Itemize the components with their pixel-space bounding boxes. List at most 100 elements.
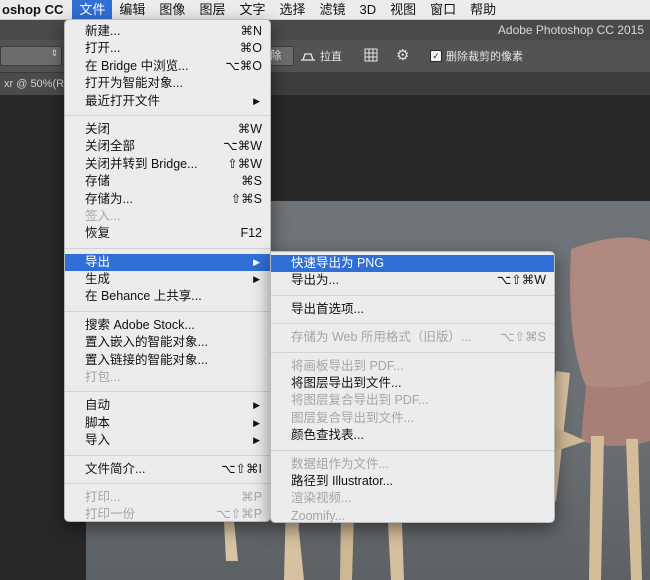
export-menu-item-illustrator[interactable]: 路径到 Illustrator... [271,473,554,490]
file-menu-item-item-4-0[interactable]: 自动 ▶ [65,397,270,414]
menu-item-label: 渲染视频... [291,491,352,506]
app-title: Adobe Photoshop CC 2015 [497,23,644,37]
menu-item-label: 导出为... [291,273,339,288]
menu-item-shortcut: ⇧⌘W [227,156,262,171]
submenu-arrow-icon: ▶ [253,256,260,267]
menu-item-shortcut: ⌘O [239,41,262,56]
menu-item-shortcut: ⌥⌘W [223,139,262,154]
menu-item-label: 打开... [85,41,121,56]
menu-separator [65,391,270,393]
file-menu-item-item-0-3[interactable]: 打开为智能对象... [65,75,270,92]
menu-3d[interactable]: 3D [353,0,384,19]
menu-item-shortcut: ⌥⇧⌘S [500,330,546,345]
menu-item-label: 颜色查找表... [291,428,364,443]
menu-item-label: Zoomify... [291,508,345,523]
menu-type[interactable]: 文字 [232,0,272,19]
file-menu-item-item-1-0[interactable]: 关闭 ⌘W [65,121,270,138]
menu-item-shortcut: ⌘S [241,174,262,189]
menu-item-label: 将图层复合导出到 PDF... [291,393,429,408]
straighten-button[interactable]: 拉直 [300,48,342,64]
menu-item-shortcut: ⌘P [241,489,262,504]
file-menu-item-item-4-2[interactable]: 导入 ▶ [65,432,270,449]
menu-item-label: 关闭 [85,121,111,136]
menu-window[interactable]: 窗口 [423,0,463,19]
file-menu-item-item-2-1[interactable]: 生成 ▶ [65,271,270,288]
file-menu-item-item-1-3[interactable]: 存储 ⌘S [65,173,270,190]
file-menu-item-item-1-6[interactable]: 恢复 F12 [65,225,270,242]
file-menu-item-item-1-1[interactable]: 关闭全部 ⌥⌘W [65,138,270,155]
menu-item-label: 导入 [85,433,111,448]
menu-item-label: 文件简介... [85,461,146,476]
menu-help[interactable]: 帮助 [463,0,503,19]
submenu-arrow-icon: ▶ [253,400,260,411]
menu-item-label: 脚本 [85,415,111,430]
file-menu-item-adobe-stock[interactable]: 搜索 Adobe Stock... [65,317,270,334]
file-menu-item-bridge[interactable]: 关闭并转到 Bridge... ⇧⌘W [65,156,270,173]
menu-item-shortcut: ⌘W [237,121,262,136]
menu-item-label: 在 Behance 上共享... [85,289,202,304]
menu-separator [65,482,270,484]
file-menu-item-item-2-0[interactable]: 导出 ▶ [65,253,270,272]
menu-item-label: 恢复 [85,226,111,241]
file-menu-item-item-0-0[interactable]: 新建... ⌘N [65,23,270,40]
menu-image[interactable]: 图像 [152,0,192,19]
menu-filter[interactable]: 滤镜 [312,0,352,19]
export-menu-item-item-3-3: 图层复合导出到文件... [271,410,554,427]
submenu-arrow-icon: ▶ [253,417,260,428]
file-menu-item-item-0-1[interactable]: 打开... ⌘O [65,40,270,57]
straighten-label: 拉直 [320,51,342,63]
file-menu-item-item-1-4[interactable]: 存储为... ⇧⌘S [65,191,270,208]
file-menu-item-item-4-1[interactable]: 脚本 ▶ [65,415,270,432]
menu-item-label: 存储为... [85,191,133,206]
file-menu-item-item-3-2[interactable]: 置入链接的智能对象... [65,352,270,369]
export-menu-item-item-3-4[interactable]: 颜色查找表... [271,427,554,444]
app-menu[interactable]: oshop CC [0,2,72,17]
menu-item-label: 导出 [85,254,111,269]
delete-cropped-checkbox[interactable]: ✓ [430,50,442,62]
menu-item-shortcut: ⇧⌘S [230,191,262,206]
menu-item-label: 最近打开文件 [85,93,161,108]
menu-view[interactable]: 视图 [383,0,423,19]
file-menu-item-item-1-5: 签入... [65,208,270,225]
file-menu-item-item-5-0[interactable]: 文件简介... ⌥⇧⌘I [65,461,270,478]
menu-item-label: 打印一份 [85,507,136,522]
menu-item-shortcut: ⌥⇧⌘I [221,461,262,476]
export-menu-item-web: 存储为 Web 所用格式（旧版）... ⌥⇧⌘S [271,329,554,346]
menu-item-label: 关闭并转到 Bridge... [85,156,198,171]
file-menu-item-bridge[interactable]: 在 Bridge 中浏览... ⌥⌘O [65,58,270,75]
menu-item-label: 关闭全部 [85,139,136,154]
delete-cropped-label: 删除裁剪的像素 [446,51,523,63]
export-menu-item-item-1-0[interactable]: 导出首选项... [271,301,554,318]
crop-ratio-select[interactable]: ⇕ [0,46,62,66]
menu-item-label: 存储为 Web 所用格式（旧版）... [291,330,472,345]
menu-item-label: 签入... [85,208,121,223]
menu-select[interactable]: 选择 [272,0,312,19]
file-menu-item-item-3-1[interactable]: 置入嵌入的智能对象... [65,334,270,351]
export-menu-item-item-0-1[interactable]: 导出为... ⌥⇧⌘W [271,272,554,289]
menu-separator [271,351,554,353]
menu-layer[interactable]: 图层 [192,0,232,19]
export-menu-item-png[interactable]: 快速导出为 PNG [271,255,554,273]
menu-item-label: 置入链接的智能对象... [85,352,208,367]
file-menu-item-behance[interactable]: 在 Behance 上共享... [65,288,270,305]
overlay-grid-icon[interactable] [364,48,378,62]
submenu-arrow-icon: ▶ [253,95,260,106]
menu-item-label: 导出首选项... [291,301,364,316]
file-menu-item-item-3-3: 打包... [65,369,270,386]
updown-arrows-icon: ⇕ [50,48,58,58]
menu-item-label: 存储 [85,174,111,189]
menu-item-shortcut: ⌥⇧⌘P [216,507,262,522]
submenu-arrow-icon: ▶ [253,435,260,446]
menu-item-label: 新建... [85,24,121,38]
menu-separator [271,449,554,451]
export-menu-item-item-4-0: 数据组作为文件... [271,456,554,473]
delete-cropped-pixels-option[interactable]: ✓ 删除裁剪的像素 [430,48,523,64]
menu-item-label: 快速导出为 PNG [291,256,385,270]
export-menu-item-item-3-1[interactable]: 将图层导出到文件... [271,375,554,392]
file-menu-item-item-0-4[interactable]: 最近打开文件 ▶ [65,93,270,110]
gear-icon[interactable]: ⚙ [396,46,409,64]
menu-item-label: 路径到 Illustrator... [291,473,394,488]
menu-edit[interactable]: 编辑 [112,0,152,19]
menu-item-label: 将图层导出到文件... [291,375,402,390]
menu-file[interactable]: 文件 [72,0,113,19]
